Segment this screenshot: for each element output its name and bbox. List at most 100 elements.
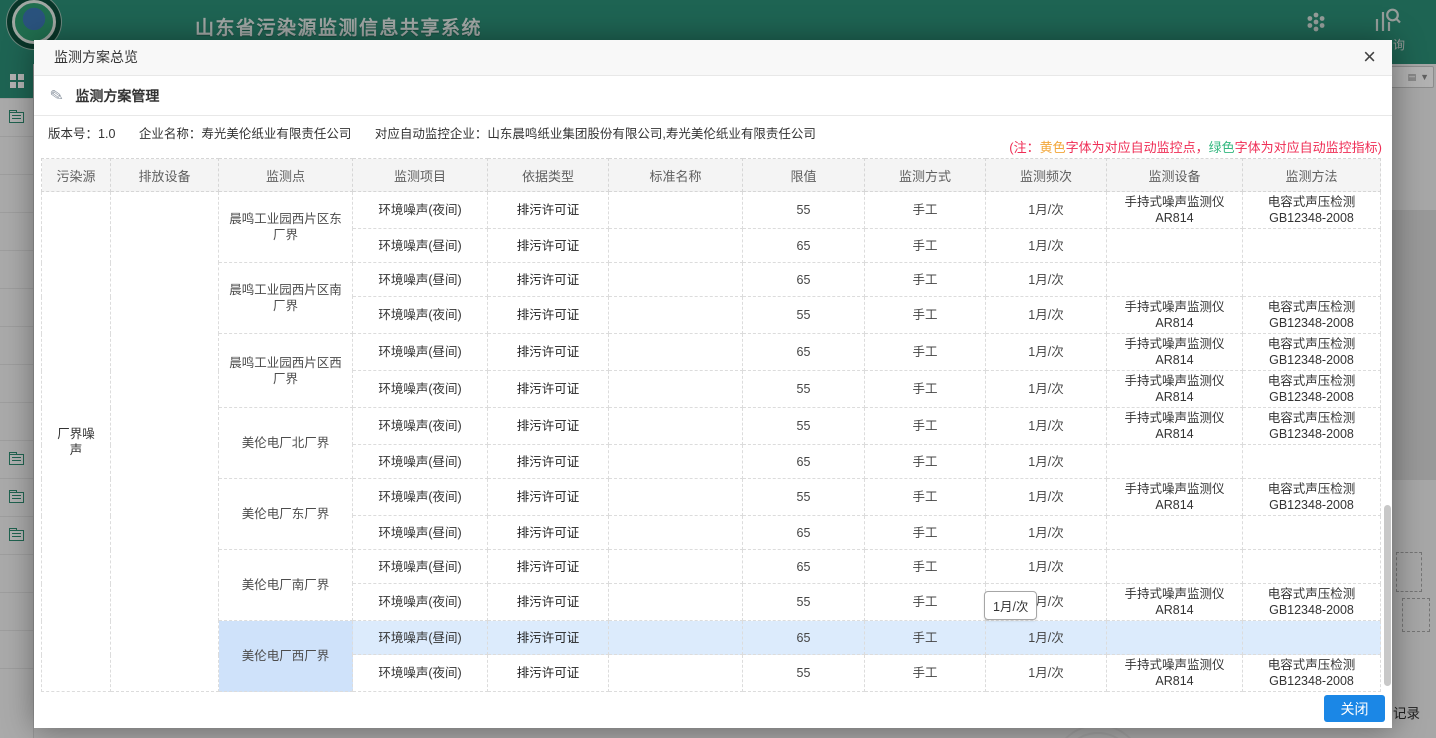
- auto-company-value: 山东晨鸣纸业集团股份有限公司,寿光美伦纸业有限责任公司: [487, 127, 815, 141]
- monitor-mode-cell: 手工: [865, 550, 986, 584]
- company-label: 企业名称：: [139, 127, 202, 141]
- standard-name-cell: [609, 621, 743, 655]
- table-row[interactable]: 美伦电厂南厂界环境噪声(昼间)排污许可证65手工1月/次: [42, 550, 1381, 584]
- monitoring-point-cell: 晨鸣工业园西片区东厂界: [219, 192, 353, 263]
- plan-table-wrap: 污染源排放设备监测点监测项目依据类型标准名称限值监测方式监测频次监测设备监测方法…: [41, 158, 1381, 692]
- standard-name-cell: [609, 263, 743, 297]
- method-cell: [1243, 229, 1381, 263]
- table-row[interactable]: 厂界噪声晨鸣工业园西片区东厂界环境噪声(夜间)排污许可证55手工1月/次手持式噪…: [42, 192, 1381, 229]
- column-header: 监测设备: [1107, 159, 1243, 192]
- column-header: 标准名称: [609, 159, 743, 192]
- pollution-source-cell: 厂界噪声: [42, 192, 111, 692]
- device-cell: [1107, 229, 1243, 263]
- monitoring-point-cell: 晨鸣工业园西片区南厂界: [219, 263, 353, 334]
- frequency-tooltip: 1月/次: [984, 591, 1037, 620]
- note-middle: 字体为对应自动监控点，: [1066, 140, 1209, 155]
- project-cell: 环境噪声(夜间): [353, 371, 488, 408]
- project-cell: 环境噪声(昼间): [353, 445, 488, 479]
- note-yellow: 黄色: [1040, 140, 1066, 155]
- frequency-cell: 1月/次: [986, 371, 1107, 408]
- monitoring-point-cell: 晨鸣工业园西片区西厂界: [219, 334, 353, 408]
- standard-name-cell: [609, 297, 743, 334]
- monitor-mode-cell: 手工: [865, 621, 986, 655]
- monitoring-point-cell: 美伦电厂南厂界: [219, 550, 353, 621]
- device-cell: 手持式噪声监测仪 AR814: [1107, 192, 1243, 229]
- pencil-icon: ✎: [48, 84, 65, 106]
- basis-type-cell: 排污许可证: [488, 445, 609, 479]
- limit-cell: 65: [743, 334, 865, 371]
- basis-type-cell: 排污许可证: [488, 192, 609, 229]
- project-cell: 环境噪声(昼间): [353, 263, 488, 297]
- method-cell: 电容式声压检测 GB12348-2008: [1243, 584, 1381, 621]
- standard-name-cell: [609, 371, 743, 408]
- column-header: 监测点: [219, 159, 353, 192]
- note-prefix: (注：: [1009, 140, 1039, 155]
- project-cell: 环境噪声(夜间): [353, 479, 488, 516]
- monitor-mode-cell: 手工: [865, 334, 986, 371]
- info-bar: 版本号：1.0 企业名称：寿光美伦纸业有限责任公司 对应自动监控企业：山东晨鸣纸…: [34, 116, 1392, 157]
- version-info-line: 版本号：1.0 企业名称：寿光美伦纸业有限责任公司 对应自动监控企业：山东晨鸣纸…: [48, 123, 836, 142]
- modal-titlebar: 监测方案总览 ×: [34, 40, 1392, 76]
- project-cell: 环境噪声(昼间): [353, 621, 488, 655]
- frequency-cell: 1月/次: [986, 655, 1107, 692]
- close-icon[interactable]: ×: [1363, 40, 1376, 73]
- column-header: 限值: [743, 159, 865, 192]
- limit-cell: 65: [743, 229, 865, 263]
- method-cell: 电容式声压检测 GB12348-2008: [1243, 408, 1381, 445]
- close-button[interactable]: 关闭: [1324, 695, 1385, 722]
- basis-type-cell: 排污许可证: [488, 550, 609, 584]
- device-cell: [1107, 445, 1243, 479]
- device-cell: 手持式噪声监测仪 AR814: [1107, 584, 1243, 621]
- device-cell: 手持式噪声监测仪 AR814: [1107, 334, 1243, 371]
- frequency-cell: 1月/次: [986, 229, 1107, 263]
- limit-cell: 65: [743, 516, 865, 550]
- frequency-cell: 1月/次: [986, 516, 1107, 550]
- table-row[interactable]: 美伦电厂东厂界环境噪声(夜间)排污许可证55手工1月/次手持式噪声监测仪 AR8…: [42, 479, 1381, 516]
- modal-scrollbar-thumb[interactable]: [1384, 505, 1391, 686]
- limit-cell: 65: [743, 263, 865, 297]
- limit-cell: 65: [743, 445, 865, 479]
- column-header: 污染源: [42, 159, 111, 192]
- monitor-mode-cell: 手工: [865, 516, 986, 550]
- limit-cell: 55: [743, 655, 865, 692]
- monitor-mode-cell: 手工: [865, 192, 986, 229]
- device-cell: [1107, 263, 1243, 297]
- table-row[interactable]: 美伦电厂西厂界环境噪声(昼间)排污许可证65手工1月/次: [42, 621, 1381, 655]
- standard-name-cell: [609, 192, 743, 229]
- project-cell: 环境噪声(夜间): [353, 408, 488, 445]
- monitor-mode-cell: 手工: [865, 263, 986, 297]
- method-cell: 电容式声压检测 GB12348-2008: [1243, 297, 1381, 334]
- column-header: 监测方法: [1243, 159, 1381, 192]
- equipment-cell: [111, 192, 219, 692]
- standard-name-cell: [609, 445, 743, 479]
- method-cell: [1243, 445, 1381, 479]
- plan-table: 污染源排放设备监测点监测项目依据类型标准名称限值监测方式监测频次监测设备监测方法…: [41, 158, 1381, 692]
- frequency-cell: 1月/次: [986, 479, 1107, 516]
- standard-name-cell: [609, 334, 743, 371]
- note-green: 绿色: [1209, 140, 1235, 155]
- table-row[interactable]: 美伦电厂北厂界环境噪声(夜间)排污许可证55手工1月/次手持式噪声监测仪 AR8…: [42, 408, 1381, 445]
- frequency-cell: 1月/次: [986, 621, 1107, 655]
- column-header: 监测项目: [353, 159, 488, 192]
- method-cell: 电容式声压检测 GB12348-2008: [1243, 655, 1381, 692]
- table-row[interactable]: 晨鸣工业园西片区南厂界环境噪声(昼间)排污许可证65手工1月/次: [42, 263, 1381, 297]
- limit-cell: 55: [743, 192, 865, 229]
- limit-cell: 65: [743, 550, 865, 584]
- project-cell: 环境噪声(夜间): [353, 297, 488, 334]
- column-header: 监测方式: [865, 159, 986, 192]
- basis-type-cell: 排污许可证: [488, 334, 609, 371]
- frequency-cell: 1月/次: [986, 192, 1107, 229]
- frequency-cell: 1月/次: [986, 263, 1107, 297]
- table-row[interactable]: 晨鸣工业园西片区西厂界环境噪声(昼间)排污许可证65手工1月/次手持式噪声监测仪…: [42, 334, 1381, 371]
- monitor-mode-cell: 手工: [865, 297, 986, 334]
- method-cell: 电容式声压检测 GB12348-2008: [1243, 192, 1381, 229]
- auto-company-label: 对应自动监控企业：: [375, 127, 488, 141]
- limit-cell: 55: [743, 479, 865, 516]
- project-cell: 环境噪声(夜间): [353, 192, 488, 229]
- column-header: 依据类型: [488, 159, 609, 192]
- note-text: (注：黄色字体为对应自动监控点，绿色字体为对应自动监控指标): [1009, 137, 1382, 156]
- method-cell: [1243, 263, 1381, 297]
- monitor-mode-cell: 手工: [865, 445, 986, 479]
- method-cell: 电容式声压检测 GB12348-2008: [1243, 334, 1381, 371]
- version-label: 版本号：: [48, 127, 98, 141]
